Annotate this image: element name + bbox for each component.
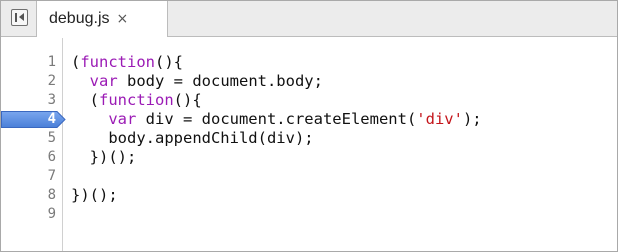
code-token: (){ [155,53,183,71]
close-icon[interactable]: × [117,11,129,27]
source-editor-panel: debug.js × 1 (function(){2 var body = doc… [0,0,618,252]
code-line: 5 body.appendChild(div); [1,129,617,148]
code-text: (function(){ [71,53,183,72]
keyword-token: var [89,72,118,90]
panel-toggle-icon[interactable] [11,9,28,26]
code-token: ( [71,53,81,71]
code-line: 9 [1,205,617,224]
line-number[interactable]: 1 [1,53,56,72]
line-number[interactable]: 9 [1,205,56,224]
code-text: })(); [71,148,137,167]
code-line: 1 (function(){ [1,53,617,72]
code-token: ( [71,91,99,109]
line-number[interactable]: 8 [1,186,56,205]
code-text: var body = document.body; [71,72,323,91]
code-text: var div = document.createElement('div'); [71,110,482,129]
code-token: body.appendChild(div); [71,129,314,147]
keyword-token: var [108,110,137,128]
code-token: div = document.createElement( [136,110,417,128]
line-number[interactable]: 5 [1,129,56,148]
code-text: body.appendChild(div); [71,129,314,148]
line-number[interactable]: 6 [1,148,56,167]
tab-bar: debug.js × [1,1,617,37]
code-text: })(); [71,186,118,205]
line-number[interactable]: 4 [1,110,56,129]
keyword-token: function [80,53,155,71]
code-line: 8 })(); [1,186,617,205]
code-line: 7 [1,167,617,186]
code-token: body = document.body; [117,72,323,90]
code-token: })(); [71,186,118,204]
code-token: (){ [173,91,202,109]
code-line: 3 (function(){ [1,91,617,110]
line-number[interactable]: 3 [1,91,56,110]
code-line: 4 var div = document.createElement('div'… [1,110,617,129]
tab-title: debug.js [49,10,110,27]
line-number[interactable]: 7 [1,167,56,186]
string-token: 'div' [416,110,463,128]
code-token: })(); [71,148,137,166]
code-text: (function(){ [71,91,202,110]
code-line: 6 })(); [1,148,617,167]
line-number[interactable]: 2 [1,72,56,91]
tab-debug-js[interactable]: debug.js × [36,1,168,37]
code-line: 2 var body = document.body; [1,72,617,91]
code-editor[interactable]: 1 (function(){2 var body = document.body;… [1,38,617,251]
code-token: ); [462,110,482,128]
keyword-token: function [99,91,174,109]
